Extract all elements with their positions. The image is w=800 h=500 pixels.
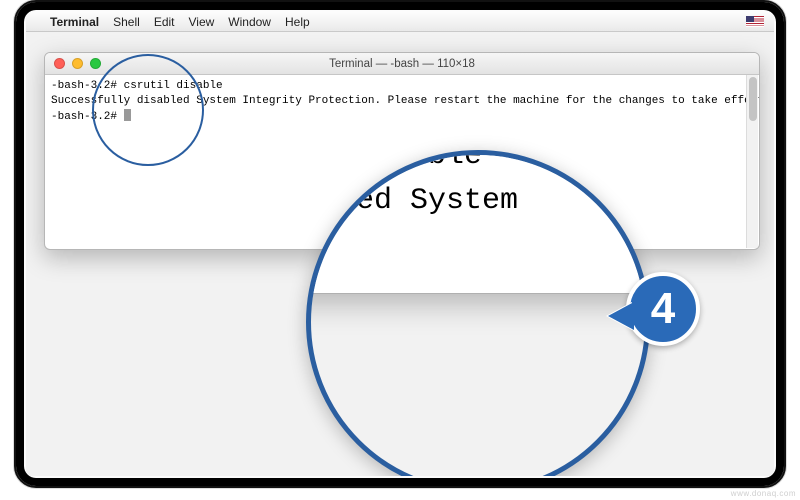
menu-terminal[interactable]: Terminal <box>50 15 99 29</box>
step-badge: 4 <box>626 272 700 346</box>
terminal-window[interactable]: Terminal — -bash — 110×18 -bash-3.2# csr… <box>44 52 760 250</box>
menu-window[interactable]: Window <box>228 15 271 29</box>
output-line: Successfully disabled System Integrity P… <box>51 95 760 107</box>
device-frame: Terminal Shell Edit View Window Help Ter… <box>14 0 786 488</box>
traffic-lights <box>45 58 101 69</box>
minimize-icon[interactable] <box>72 58 83 69</box>
step-number: 4 <box>651 284 675 334</box>
menu-view[interactable]: View <box>189 15 215 29</box>
scrollbar-thumb[interactable] <box>749 77 757 121</box>
terminal-body[interactable]: -bash-3.2# csrutil disable Successfully … <box>45 75 759 249</box>
zoom-icon[interactable] <box>90 58 101 69</box>
desktop: Terminal — -bash — 110×18 -bash-3.2# csr… <box>26 32 774 476</box>
menu-edit[interactable]: Edit <box>154 15 175 29</box>
screen: Terminal Shell Edit View Window Help Ter… <box>26 12 774 476</box>
close-icon[interactable] <box>54 58 65 69</box>
scrollbar[interactable] <box>746 75 758 248</box>
menu-help[interactable]: Help <box>285 15 310 29</box>
prompt: -bash-3.2# <box>51 111 117 123</box>
input-source-flag-icon[interactable] <box>746 16 764 27</box>
prompt: -bash-3.2# <box>51 80 117 92</box>
command-text: csrutil disable <box>124 80 223 92</box>
menubar: Terminal Shell Edit View Window Help <box>26 12 774 32</box>
cursor-icon <box>124 109 131 121</box>
window-title: Terminal — -bash — 110×18 <box>45 58 759 70</box>
window-titlebar[interactable]: Terminal — -bash — 110×18 <box>45 53 759 75</box>
menu-shell[interactable]: Shell <box>113 15 140 29</box>
watermark: www.donaq.com <box>731 489 796 498</box>
